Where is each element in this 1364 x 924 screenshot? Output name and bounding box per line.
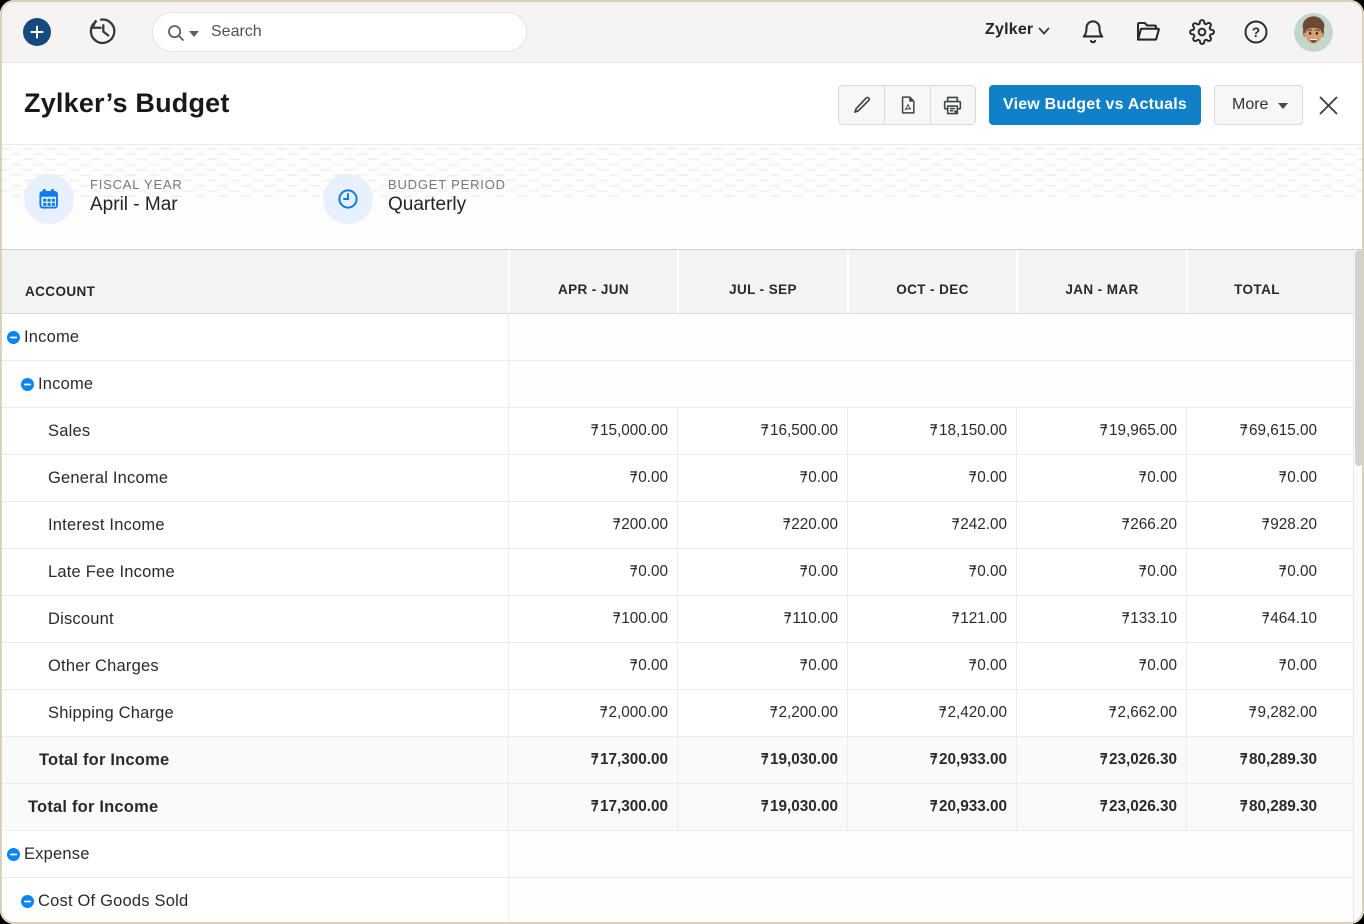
svg-text:?: ?: [1252, 25, 1260, 40]
